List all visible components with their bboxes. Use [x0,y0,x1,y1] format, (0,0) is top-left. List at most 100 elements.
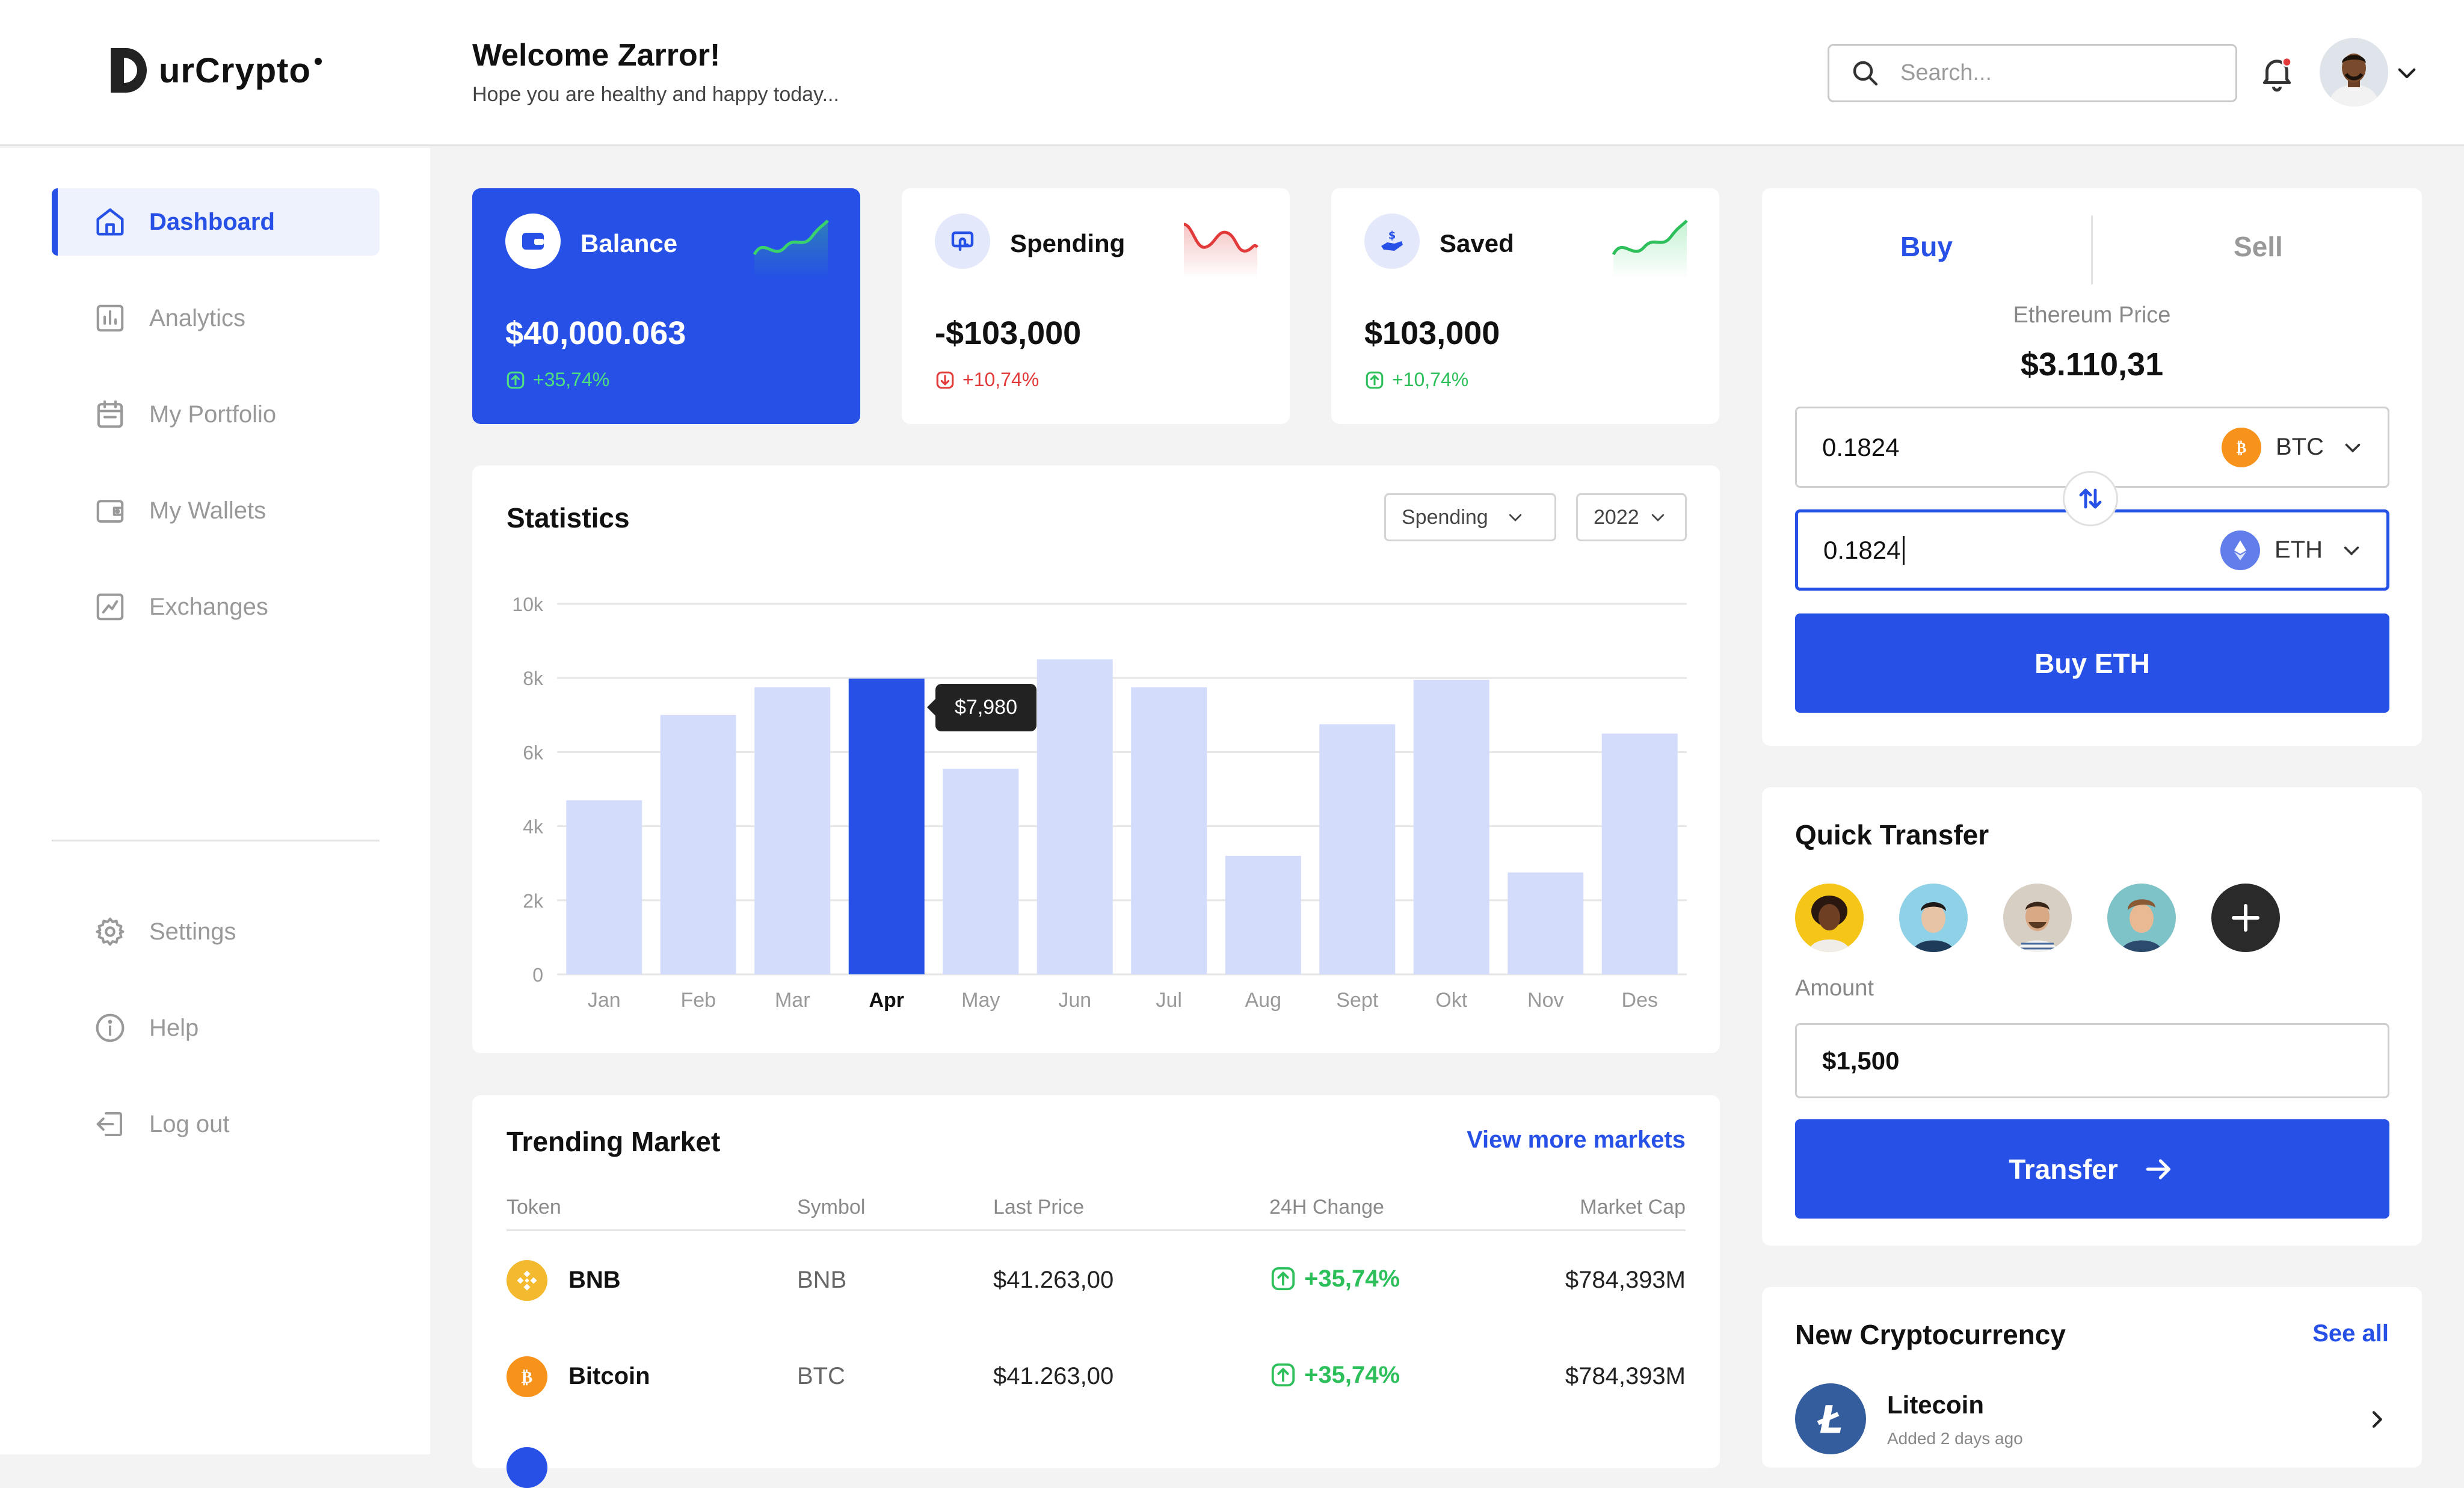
sidebar-divider [52,840,380,841]
sparkline-up-icon [1612,220,1688,278]
saved-money-icon: $ [1364,214,1420,269]
from-currency-select[interactable]: ₿ BTC [2222,408,2364,486]
chart-bar-jun [1036,659,1113,974]
sidebar-item-help[interactable]: Help [52,994,380,1062]
new-crypto-name[interactable]: Litecoin [1887,1391,1984,1419]
sidebar-item-label: Log out [149,1110,230,1137]
chart-bar-jul [1131,687,1207,974]
to-currency-code: ETH [2275,536,2323,563]
sidebar-item-my-wallets[interactable]: My Wallets [52,477,380,544]
chart-x-tick-label: Des [1622,989,1658,1012]
contact-avatar[interactable] [2003,884,2072,952]
chart-bar-may [943,769,1019,974]
wallet-icon [505,214,561,269]
card-change: +10,74% [935,369,1039,391]
new-cryptocurrency-card: New Cryptocurrency See all Ł Litecoin Ad… [1762,1287,2422,1468]
chart-x-tick-label: May [961,989,1000,1012]
sidebar-item-settings[interactable]: Settings [52,898,380,965]
arrow-up-icon [507,371,525,389]
user-menu-chevron[interactable] [2394,60,2419,88]
saved-card[interactable]: $ Saved $103,000 +10,74% [1331,188,1719,424]
to-amount-value: 0.1824 [1823,535,1901,564]
chart-bar-jan [566,800,642,974]
trend-icon [96,593,124,621]
spending-card[interactable]: Spending -$103,000 +10,74% [902,188,1290,424]
brand-logo[interactable]: urCrypto [106,46,322,95]
trending-market-card: Trending Market View more markets Token … [472,1095,1720,1488]
chart-x-tick-label: Okt [1435,989,1467,1012]
chart-x-tick-label: Nov [1527,989,1563,1012]
buy-eth-button[interactable]: Buy ETH [1795,613,2389,713]
chart-x-tick-label: Feb [680,989,716,1012]
statistics-bar-chart: 0 2k 4k 6k 8k 10k Jan Feb Mar Apr May Jun Jul Aug Sept… [512,594,1687,1012]
calendar-icon [97,400,123,428]
sidebar-item-my-portfolio[interactable]: My Portfolio [52,381,380,448]
see-all-link[interactable]: See all [2312,1320,2389,1347]
new-crypto-title: New Cryptocurrency [1795,1319,2066,1350]
quick-transfer-title: Quick Transfer [1795,819,1989,850]
card-title: Saved [1440,229,1514,257]
table-row[interactable]: ₿ Bitcoin BTC $41.263,00 +35,74% $784,39… [472,1328,1720,1424]
welcome-title: Welcome Zarror! [472,38,721,73]
chart-x-tick-label: Mar [775,989,810,1012]
token-change: +35,74% [1269,1265,1400,1293]
arrow-down-icon [936,371,954,389]
contact-avatar[interactable] [1795,884,1864,952]
svg-text:$: $ [1388,229,1396,242]
plus-icon [2232,904,2259,932]
chart-bar-apr [848,678,925,974]
user-avatar[interactable] [2320,38,2388,106]
search-input[interactable]: Search... [1828,44,2237,102]
amount-field[interactable]: $1,500 [1795,1023,2389,1098]
bell-icon [2262,57,2293,92]
chart-x-tick-label: Sept [1336,989,1378,1012]
search-icon [1853,61,1878,85]
tab-sell[interactable]: Sell [2234,230,2283,263]
contact-avatar-image [2003,884,2072,952]
sidebar-item-exchanges[interactable]: Exchanges [52,573,380,641]
table-header-divider [507,1229,1686,1231]
sidebar-item-analytics[interactable]: Analytics [52,284,380,352]
gear-icon [96,917,125,946]
chart-bar-okt [1413,680,1489,974]
sidebar-item-label: Exchanges [149,593,268,620]
new-crypto-open-button[interactable] [2365,1407,2389,1434]
token-symbol: BNB [797,1267,847,1293]
trade-card: Buy Sell Ethereum Price $3.110,31 0.1824… [1762,188,2422,746]
swap-button[interactable] [2063,471,2118,526]
chart-x-tick-label: Jul [1156,989,1182,1012]
amount-label: Amount [1795,976,1874,1001]
svg-text:₿: ₿ [522,1368,532,1387]
tab-buy[interactable]: Buy [1900,230,1953,263]
sidebar-item-label: Settings [149,918,236,945]
contact-avatar-image [2107,884,2176,952]
table-row[interactable]: BNB BNB $41.263,00 +35,74% $784,393M [472,1232,1720,1328]
card-amount: $103,000 [1364,315,1500,351]
sparkline-up-icon [753,220,829,278]
chart-tooltip: $7,980 [927,684,1036,731]
token-change-value: +35,74% [1304,1265,1400,1292]
view-more-markets-link[interactable]: View more markets [1467,1127,1686,1154]
sidebar-item-dashboard[interactable]: Dashboard [52,188,380,256]
transfer-button[interactable]: Transfer [1795,1119,2389,1219]
column-header-token[interactable]: Token [507,1196,561,1219]
contact-avatar[interactable] [1899,884,1968,952]
column-header-last-price[interactable]: Last Price [993,1196,1084,1219]
to-currency-select[interactable]: ETH [2220,512,2362,588]
add-contact-button[interactable] [2211,884,2280,952]
amount-value: $1,500 [1822,1046,1900,1075]
contact-avatar[interactable] [2107,884,2176,952]
sidebar-item-log-out[interactable]: Log out [52,1090,380,1158]
ethereum-icon [2220,530,2260,570]
column-header-24h-change[interactable]: 24H Change [1269,1196,1384,1219]
sidebar-item-label: Dashboard [149,208,275,235]
column-header-symbol[interactable]: Symbol [797,1196,865,1219]
balance-card[interactable]: Balance $40,000.063 +35,74% [472,188,860,424]
bnb-icon [507,1260,547,1301]
card-change-value: +10,74% [962,369,1040,390]
chevron-down-icon [2344,546,2359,556]
column-header-market-cap[interactable]: Market Cap [1580,1196,1686,1219]
brand-name: urCrypto [159,51,311,90]
chart-x-tick-label: Jun [1058,989,1091,1012]
notification-button[interactable] [2257,53,2297,96]
